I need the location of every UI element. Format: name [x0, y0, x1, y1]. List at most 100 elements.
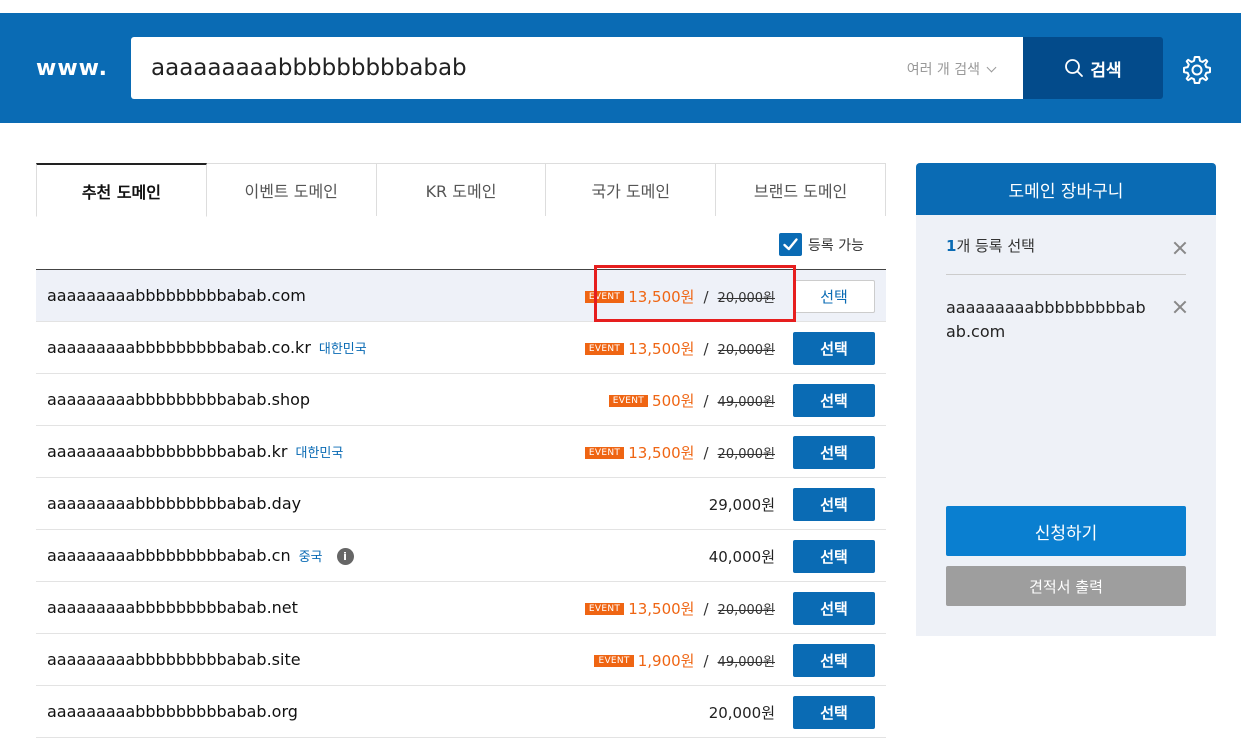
- domain-name-text: aaaaaaaaabbbbbbbbbabab.com: [47, 286, 306, 305]
- tab-kr[interactable]: KR 도메인: [376, 163, 547, 216]
- domain-name: aaaaaaaaabbbbbbbbbabab.com: [47, 286, 306, 305]
- select-button[interactable]: 선택: [793, 592, 875, 625]
- price-separator: /: [703, 339, 709, 358]
- multi-search-label: 여러 개 검색: [906, 62, 980, 78]
- select-button[interactable]: 선택: [793, 332, 875, 365]
- domain-row: aaaaaaaaabbbbbbbbbabab.kr 대한민국 EVENT 13,500…: [36, 426, 886, 478]
- original-price: 20,000원: [717, 343, 775, 358]
- original-price: 20,000원: [717, 447, 775, 462]
- sale-price: 500원: [652, 392, 695, 410]
- domain-name: aaaaaaaaabbbbbbbbbabab.kr 대한민국: [47, 442, 343, 461]
- country-label: 중국: [298, 550, 323, 565]
- domain-row: aaaaaaaaabbbbbbbbbabab.org 20,000원 선택: [36, 686, 886, 738]
- price-area: 40,000원: [709, 546, 775, 567]
- www-prefix: www.: [36, 56, 108, 81]
- event-badge: EVENT: [584, 446, 625, 459]
- event-badge: EVENT: [584, 342, 625, 355]
- original-price: 20,000원: [717, 603, 775, 618]
- domain-tabs: 추천 도메인 이벤트 도메인 KR 도메인 국가 도메인 브랜드 도메인: [36, 163, 886, 217]
- search-button-label: 검색: [1090, 60, 1122, 81]
- cart-count-number: 1: [946, 237, 957, 255]
- remove-item-close-icon[interactable]: [1173, 300, 1187, 314]
- price: 20,000원: [708, 704, 775, 722]
- select-button[interactable]: 선택: [793, 384, 875, 417]
- available-checkbox[interactable]: [779, 233, 802, 256]
- available-filter[interactable]: 등록 가능: [779, 233, 864, 256]
- domain-name-text: aaaaaaaaabbbbbbbbbabab.shop: [47, 390, 311, 409]
- country-label: 대한민국: [318, 342, 367, 357]
- select-button[interactable]: 선택: [793, 540, 875, 573]
- price-area: EVENT 1,900원 / 49,000원: [594, 650, 775, 671]
- multi-search-dropdown[interactable]: 여러 개 검색: [906, 59, 997, 79]
- original-price: 49,000원: [717, 395, 775, 410]
- domain-name-text: aaaaaaaaabbbbbbbbbabab.org: [47, 702, 298, 721]
- search-icon: [1065, 59, 1084, 77]
- tab-brand[interactable]: 브랜드 도메인: [716, 163, 886, 216]
- search-input[interactable]: [151, 37, 851, 99]
- event-badge: EVENT: [594, 654, 634, 667]
- cart-title: 도메인 장바구니: [916, 163, 1216, 215]
- sale-price: 13,500원: [628, 288, 695, 306]
- sale-price: 13,500원: [628, 444, 695, 462]
- country-label: 대한민국: [295, 446, 344, 461]
- search-box: 여러 개 검색: [131, 37, 1023, 99]
- domain-name: aaaaaaaaabbbbbbbbbabab.cn 중국 i: [47, 546, 354, 565]
- select-button[interactable]: 선택: [793, 696, 875, 729]
- info-icon[interactable]: i: [336, 548, 354, 565]
- event-badge: EVENT: [584, 290, 625, 303]
- check-icon: [783, 238, 798, 251]
- cart-count: 1개 등록 선택: [946, 235, 1035, 256]
- domain-name: aaaaaaaaabbbbbbbbbabab.site: [47, 650, 301, 669]
- price-area: EVENT 13,500원 / 20,000원: [584, 442, 775, 463]
- header-bar: www. 여러 개 검색 검색: [0, 13, 1241, 123]
- price-separator: /: [703, 443, 709, 462]
- event-badge: EVENT: [584, 602, 625, 615]
- domain-list: aaaaaaaaabbbbbbbbbabab.com EVENT 13,500원/2…: [36, 269, 886, 738]
- select-button[interactable]: 선택: [793, 280, 875, 313]
- apply-button[interactable]: 신청하기: [946, 506, 1186, 556]
- domain-row: aaaaaaaaabbbbbbbbbabab.site EVENT 1,900원 / 4…: [36, 634, 886, 686]
- price-separator: /: [703, 599, 709, 618]
- domain-name-text: aaaaaaaaabbbbbbbbbabab.day: [47, 494, 302, 513]
- domain-row: aaaaaaaaabbbbbbbbbabab.cn 중국 i 40,000원 선택: [36, 530, 886, 582]
- price-separator: /: [703, 651, 709, 670]
- domain-name-text: aaaaaaaaabbbbbbbbbabab.cn: [47, 546, 291, 565]
- domain-row: aaaaaaaaabbbbbbbbbabab.net EVENT 13,500원 / 2…: [36, 582, 886, 634]
- quote-print-button[interactable]: 견적서 출력: [946, 566, 1186, 606]
- price-area: 29,000원: [709, 494, 775, 515]
- domain-row: aaaaaaaaabbbbbbbbbabab.shop EVENT 500원 / 49,…: [36, 374, 886, 426]
- select-button[interactable]: 선택: [793, 488, 875, 521]
- select-button[interactable]: 선택: [793, 644, 875, 677]
- tab-recommended[interactable]: 추천 도메인: [36, 163, 207, 217]
- tab-event[interactable]: 이벤트 도메인: [206, 163, 377, 216]
- cart-divider: [946, 274, 1186, 275]
- clear-cart-close-icon[interactable]: [1173, 241, 1187, 255]
- event-badge: EVENT: [608, 394, 649, 407]
- domain-name-text: aaaaaaaaabbbbbbbbbabab.kr: [47, 442, 288, 461]
- price-separator: /: [703, 391, 709, 410]
- price-area: EVENT 500원 / 49,000원: [608, 390, 775, 411]
- original-price: 49,000원: [717, 655, 775, 670]
- domain-name: aaaaaaaaabbbbbbbbbabab.org: [47, 702, 298, 721]
- domain-name-text: aaaaaaaaabbbbbbbbbabab.site: [47, 650, 301, 669]
- select-button[interactable]: 선택: [793, 436, 875, 469]
- cart-count-suffix: 개 등록 선택: [956, 237, 1035, 255]
- domain-row: aaaaaaaaabbbbbbbbbabab.com EVENT 13,500원 / 2…: [36, 270, 886, 322]
- available-label: 등록 가능: [808, 237, 864, 254]
- domain-cart: 도메인 장바구니 1개 등록 선택 aaaaaaaaabbbbbbbbbabab…: [916, 163, 1216, 636]
- price: 40,000원: [708, 548, 775, 566]
- domain-name-text: aaaaaaaaabbbbbbbbbabab.co.kr: [47, 338, 311, 357]
- price-area: 20,000원: [709, 702, 775, 723]
- chevron-down-icon: [986, 62, 997, 72]
- price-area: EVENT 13,500원 / 20,000원: [584, 338, 775, 359]
- domain-name: aaaaaaaaabbbbbbbbbabab.shop: [47, 390, 310, 409]
- search-button[interactable]: 검색: [1023, 37, 1163, 99]
- price-area: EVENT 13,500원 / 20,000원: [584, 286, 775, 307]
- sale-price: 13,500원: [628, 340, 695, 358]
- sale-price: 13,500원: [628, 600, 695, 618]
- sale-price: 1,900원: [637, 652, 695, 670]
- tab-country[interactable]: 국가 도메인: [546, 163, 717, 216]
- domain-row: aaaaaaaaabbbbbbbbbabab.day 29,000원 선택: [36, 478, 886, 530]
- domain-name: aaaaaaaaabbbbbbbbbabab.day: [47, 494, 301, 513]
- gear-icon[interactable]: [1181, 54, 1213, 86]
